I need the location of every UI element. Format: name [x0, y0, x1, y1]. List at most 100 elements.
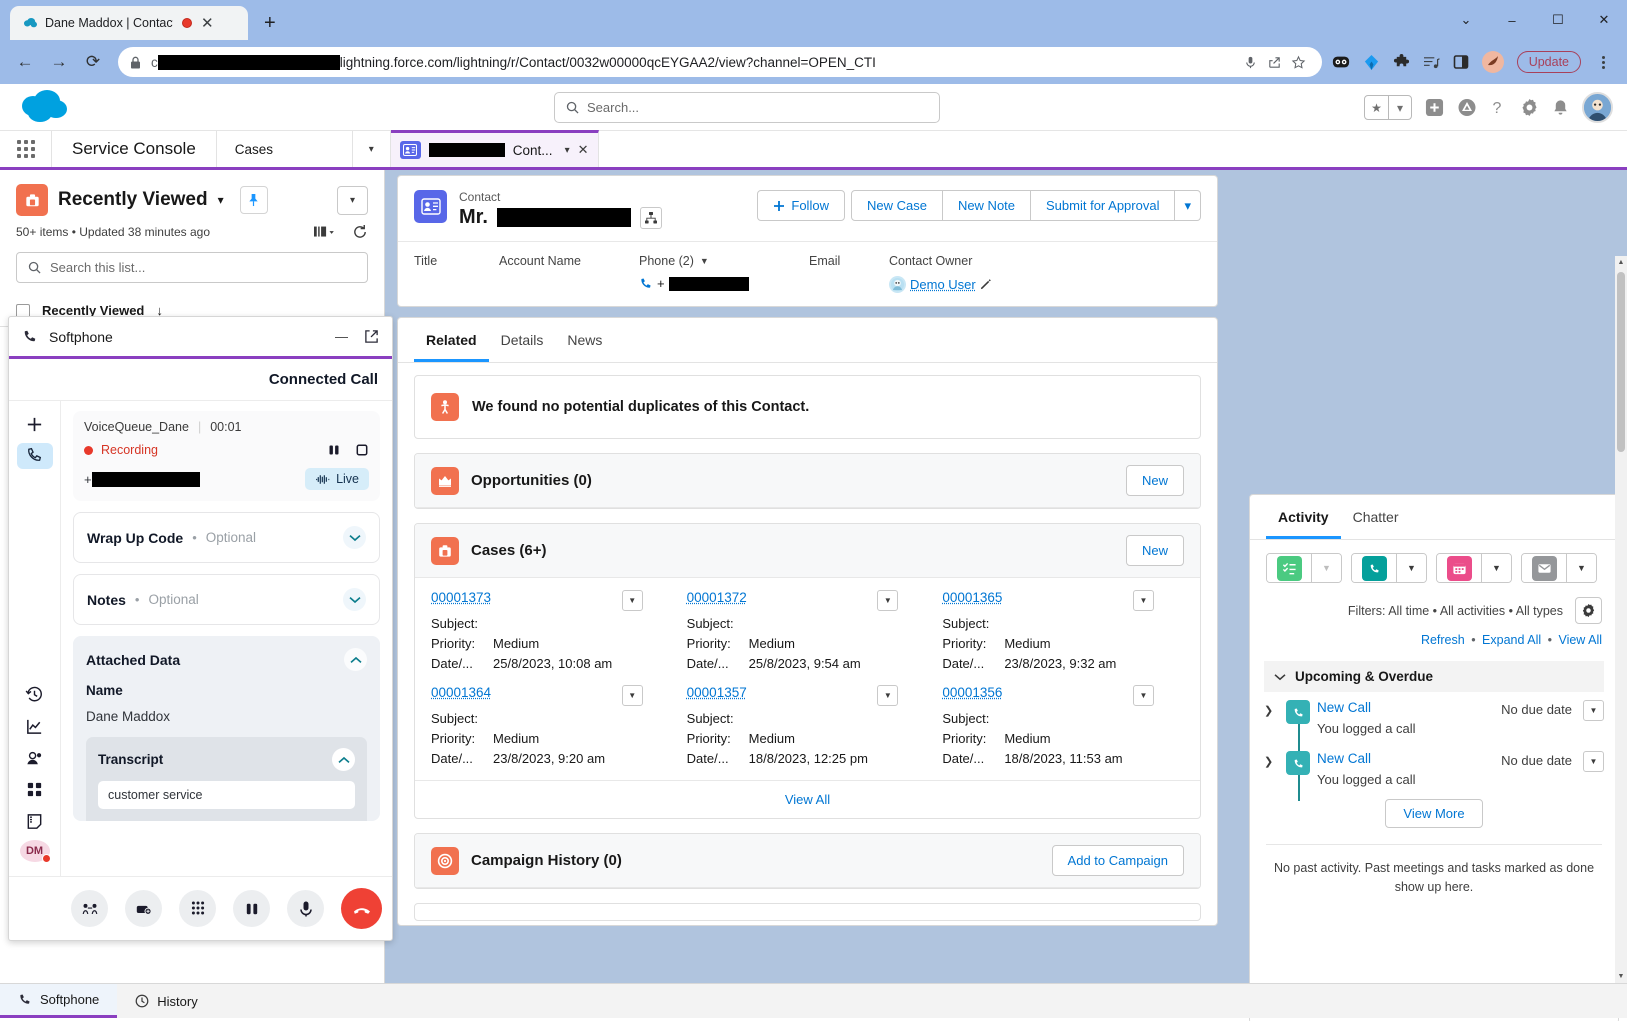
case-number-link[interactable]: 00001357 — [687, 685, 747, 700]
transcript-header[interactable]: Transcript — [98, 748, 355, 771]
favorites-caret-icon[interactable]: ▾ — [1388, 96, 1411, 119]
scrollbar-thumb[interactable] — [1617, 272, 1625, 452]
new-event-button[interactable] — [1437, 554, 1481, 582]
browser-tab[interactable]: Dane Maddox | Contact | Sal ✕ — [10, 6, 248, 40]
list-view-caret-icon[interactable]: ▾ — [218, 193, 224, 207]
page-scrollbar[interactable]: ▲ ▼ — [1615, 256, 1627, 983]
update-button[interactable]: Update — [1517, 51, 1581, 73]
display-as-icon[interactable] — [314, 225, 334, 239]
tab-chatter[interactable]: Chatter — [1341, 495, 1411, 539]
follow-button[interactable]: Follow — [757, 190, 845, 221]
send-email-caret-icon[interactable]: ▼ — [1566, 554, 1596, 582]
setup-gear-icon[interactable] — [1520, 98, 1539, 117]
log-a-call-button[interactable] — [1352, 554, 1396, 582]
notes-icon[interactable] — [17, 808, 53, 835]
expand-activity-icon[interactable]: ❯ — [1264, 700, 1281, 736]
case-row-menu-icon[interactable]: ▼ — [1133, 590, 1154, 611]
global-search-input[interactable]: Search... — [554, 92, 940, 123]
apps-grid-icon[interactable] — [17, 776, 53, 803]
microphone-icon[interactable] — [1243, 55, 1258, 70]
forward-button[interactable]: → — [44, 47, 74, 77]
case-row-menu-icon[interactable]: ▼ — [877, 590, 898, 611]
case-number-link[interactable]: 00001365 — [942, 590, 1002, 605]
expand-all-link[interactable]: Expand All — [1482, 633, 1541, 647]
upcoming-overdue-header[interactable]: Upcoming & Overdue — [1264, 661, 1604, 692]
mute-icon[interactable] — [287, 890, 324, 927]
tab-news[interactable]: News — [555, 318, 614, 362]
change-owner-icon[interactable] — [980, 279, 992, 291]
app-name-label[interactable]: Service Console — [52, 131, 217, 167]
pin-list-button[interactable] — [240, 186, 268, 214]
salesforce-logo-icon[interactable] — [16, 89, 71, 125]
contact-owner-link[interactable]: Demo User — [910, 277, 976, 292]
utility-item-softphone[interactable]: Softphone — [0, 984, 117, 1018]
window-maximize-button[interactable]: ☐ — [1535, 0, 1581, 40]
favorites-star-icon[interactable]: ★ — [1365, 96, 1388, 119]
view-more-button[interactable]: View More — [1385, 799, 1482, 828]
back-button[interactable]: ← — [10, 47, 40, 77]
hierarchy-icon[interactable] — [640, 207, 662, 229]
window-minimize-button[interactable]: – — [1489, 0, 1535, 40]
send-email-button[interactable] — [1522, 554, 1566, 582]
list-view-actions-button[interactable]: ▾ — [337, 186, 368, 215]
activity-row-menu-icon[interactable]: ▼ — [1583, 751, 1604, 772]
conference-icon[interactable] — [125, 890, 162, 927]
nav-tab-cases[interactable]: Cases — [217, 131, 353, 167]
submit-for-approval-button[interactable]: Submit for Approval — [1031, 190, 1175, 221]
new-tab-button[interactable]: + — [264, 12, 276, 35]
add-icon[interactable] — [17, 411, 53, 438]
pause-icon[interactable] — [327, 443, 341, 457]
tab-activity[interactable]: Activity — [1266, 495, 1341, 539]
chevron-down-icon[interactable] — [343, 526, 366, 549]
new-case-button[interactable]: New Case — [851, 190, 943, 221]
utility-item-history[interactable]: History — [117, 984, 215, 1018]
app-launcher-button[interactable] — [0, 131, 52, 167]
transfer-icon[interactable] — [71, 890, 108, 927]
history-icon[interactable] — [17, 682, 53, 709]
nav-tab-contact-close-icon[interactable]: ✕ — [578, 142, 589, 158]
field-phone-label[interactable]: Phone (2) ▼ — [639, 254, 809, 268]
notes-field[interactable]: Notes • Optional — [73, 574, 380, 625]
profile-avatar-icon[interactable] — [1482, 51, 1504, 73]
contacts-icon[interactable] — [17, 745, 53, 772]
new-event-caret-icon[interactable]: ▼ — [1481, 554, 1511, 582]
keypad-icon[interactable] — [179, 890, 216, 927]
global-actions-icon[interactable] — [1425, 98, 1444, 117]
reload-button[interactable]: ⟳ — [78, 47, 108, 77]
extensions-puzzle-icon[interactable] — [1393, 54, 1410, 71]
nav-tab-cases-caret-icon[interactable]: ▾ — [353, 131, 391, 167]
nav-tab-contact[interactable]: Cont... ▾ ✕ — [391, 130, 599, 167]
case-row-menu-icon[interactable]: ▼ — [622, 590, 643, 611]
softphone-minimize-button[interactable]: — — [335, 329, 348, 344]
activity-title-link[interactable]: New Call — [1317, 751, 1501, 766]
tab-related[interactable]: Related — [414, 318, 489, 362]
case-number-link[interactable]: 00001356 — [942, 685, 1002, 700]
chevron-up-icon[interactable] — [332, 748, 355, 771]
stop-icon[interactable] — [355, 443, 369, 457]
new-opportunity-button[interactable]: New — [1126, 465, 1184, 496]
hangup-icon[interactable] — [341, 888, 382, 929]
extension-icon[interactable] — [1332, 54, 1350, 70]
list-search-input[interactable]: Search this list... — [16, 252, 368, 283]
chevron-up-icon[interactable] — [344, 648, 367, 671]
chevron-down-icon[interactable] — [343, 588, 366, 611]
attached-data-header[interactable]: Attached Data — [86, 648, 367, 671]
activity-title-link[interactable]: New Call — [1317, 700, 1501, 715]
hold-icon[interactable] — [233, 890, 270, 927]
browser-menu-button[interactable] — [1594, 56, 1613, 69]
tab-close-icon[interactable]: ✕ — [201, 16, 214, 31]
window-close-button[interactable]: ✕ — [1581, 0, 1627, 40]
phone-icon[interactable] — [639, 277, 653, 291]
share-icon[interactable] — [1267, 55, 1282, 70]
softphone-popout-button[interactable] — [364, 329, 379, 344]
case-row-menu-icon[interactable]: ▼ — [877, 685, 898, 706]
activity-row-menu-icon[interactable]: ▼ — [1583, 700, 1604, 721]
record-actions-more-button[interactable]: ▾ — [1175, 190, 1201, 221]
tab-details[interactable]: Details — [489, 318, 556, 362]
user-avatar[interactable] — [1582, 92, 1613, 123]
address-bar[interactable]: clightning.force.com/lightning/r/Contact… — [118, 47, 1322, 77]
case-number-link[interactable]: 00001364 — [431, 685, 491, 700]
case-number-link[interactable]: 00001372 — [687, 590, 747, 605]
window-restore-button[interactable]: ⌄ — [1443, 0, 1489, 40]
case-row-menu-icon[interactable]: ▼ — [1133, 685, 1154, 706]
